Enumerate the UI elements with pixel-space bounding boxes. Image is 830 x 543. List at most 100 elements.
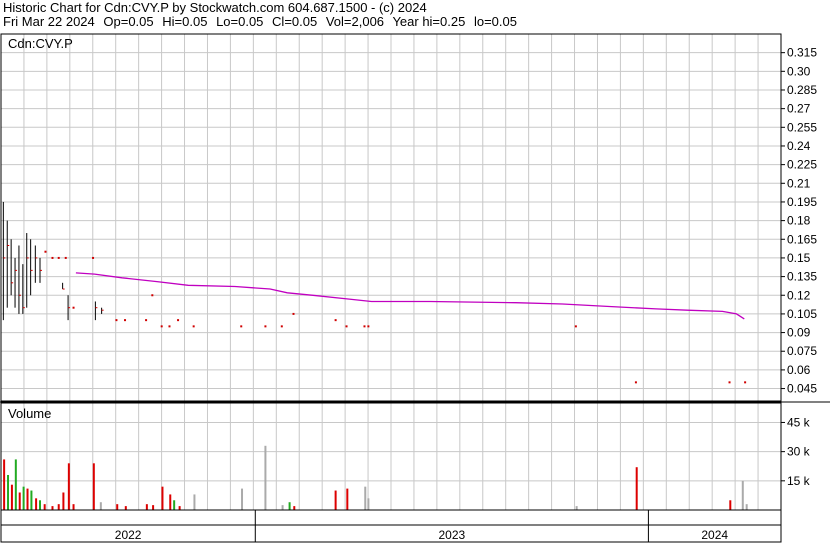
price-tick-label: 0.045 [787, 382, 817, 396]
volume-bar [575, 506, 578, 510]
price-point [280, 325, 283, 328]
volume-bar [152, 505, 155, 510]
price-tick-label: 0.24 [787, 139, 811, 153]
price-point [634, 381, 637, 384]
volume-bar [72, 504, 75, 510]
price-point [334, 319, 337, 322]
volume-bar [124, 506, 127, 510]
volume-bar [92, 463, 95, 510]
price-tick-label: 0.195 [787, 195, 817, 209]
price-point [92, 256, 95, 259]
price-tick-label: 0.12 [787, 288, 811, 302]
volume-bar [99, 502, 102, 510]
price-point [240, 325, 243, 328]
volume-bar [7, 474, 10, 510]
volume-bars [3, 445, 748, 510]
price-point [728, 381, 731, 384]
volume-bar [178, 506, 181, 510]
volume-bar [145, 504, 148, 510]
time-axis-label: 2024 [701, 528, 728, 542]
price-tick-label: 0.315 [787, 46, 817, 60]
price-point [292, 312, 295, 315]
volume-bar [62, 492, 65, 510]
volume-bar [367, 498, 370, 510]
volume-bar [161, 486, 164, 510]
price-tick-label: 0.09 [787, 326, 811, 340]
volume-bar [14, 459, 17, 510]
volume-bar [116, 504, 119, 510]
price-tick-label: 0.075 [787, 344, 817, 358]
volume-bar [22, 486, 25, 510]
volume-bar [67, 463, 70, 510]
volume-bar [30, 490, 33, 510]
price-bars [2, 201, 104, 321]
volume-grid [1, 403, 781, 510]
volume-bar [729, 500, 732, 510]
volume-bar [264, 445, 267, 510]
volume-bar [334, 490, 337, 510]
price-point [160, 325, 163, 328]
price-point [574, 325, 577, 328]
volume-bar [193, 494, 196, 510]
price-tick-label: 0.255 [787, 120, 817, 134]
volume-bar [26, 488, 29, 510]
volume-bar [57, 504, 60, 510]
volume-bar [43, 504, 46, 510]
price-tick-label: 0.135 [787, 270, 817, 284]
volume-bar [288, 502, 291, 510]
price-point [44, 250, 47, 253]
price-point [363, 325, 366, 328]
price-grid [1, 34, 781, 401]
price-tick-label: 0.18 [787, 214, 811, 228]
volume-bar [635, 467, 638, 510]
price-point [72, 306, 75, 309]
volume-bar [241, 488, 244, 510]
price-point [264, 325, 267, 328]
volume-tick-label: 30 k [787, 445, 811, 459]
price-point [192, 325, 195, 328]
volume-bar [169, 494, 172, 510]
price-tick-label: 0.30 [787, 64, 811, 78]
volume-bar [364, 486, 367, 510]
stock-chart: 0.315 0.30 0.285 0.27 0.255 0.24 0.225 0.21 0.19… [0, 33, 830, 543]
price-tick-label: 0.06 [787, 363, 811, 377]
moving-average-layer [75, 272, 745, 320]
price-point [51, 256, 54, 259]
price-tick-label: 0.285 [787, 83, 817, 97]
price-tick-label: 0.225 [787, 158, 817, 172]
price-point [115, 319, 118, 322]
volume-bar [745, 504, 748, 510]
price-tick-label: 0.165 [787, 232, 817, 246]
time-axis-label: 2022 [115, 528, 142, 542]
price-point [744, 381, 747, 384]
volume-tick-label: 15 k [787, 474, 811, 488]
volume-bar [741, 480, 744, 510]
price-point [367, 325, 370, 328]
time-axis-label: 2023 [438, 528, 465, 542]
price-point [168, 325, 171, 328]
price-tick-label: 0.21 [787, 176, 811, 190]
volume-panel-title: Volume [8, 406, 51, 421]
moving-average-line [75, 272, 745, 320]
price-point [151, 294, 154, 297]
price-points [44, 250, 747, 384]
volume-bar [281, 505, 284, 510]
volume-bar [3, 459, 6, 510]
price-tick-label: 0.105 [787, 307, 817, 321]
volume-bar [173, 500, 176, 510]
volume-bar [293, 506, 296, 510]
volume-tick-label: 45 k [787, 415, 811, 429]
chart-frame [0, 33, 830, 543]
price-tick-label: 0.15 [787, 251, 811, 265]
price-point [64, 256, 67, 259]
volume-bar [51, 506, 54, 510]
price-tick-label: 0.27 [787, 102, 811, 116]
volume-bar [10, 484, 13, 510]
price-panel-title: Cdn:CVY.P [8, 36, 73, 51]
volume-bar [39, 500, 41, 510]
price-point [177, 319, 180, 322]
price-point [57, 256, 60, 259]
price-point [145, 319, 148, 322]
price-point [345, 325, 348, 328]
volume-bar [35, 498, 38, 510]
